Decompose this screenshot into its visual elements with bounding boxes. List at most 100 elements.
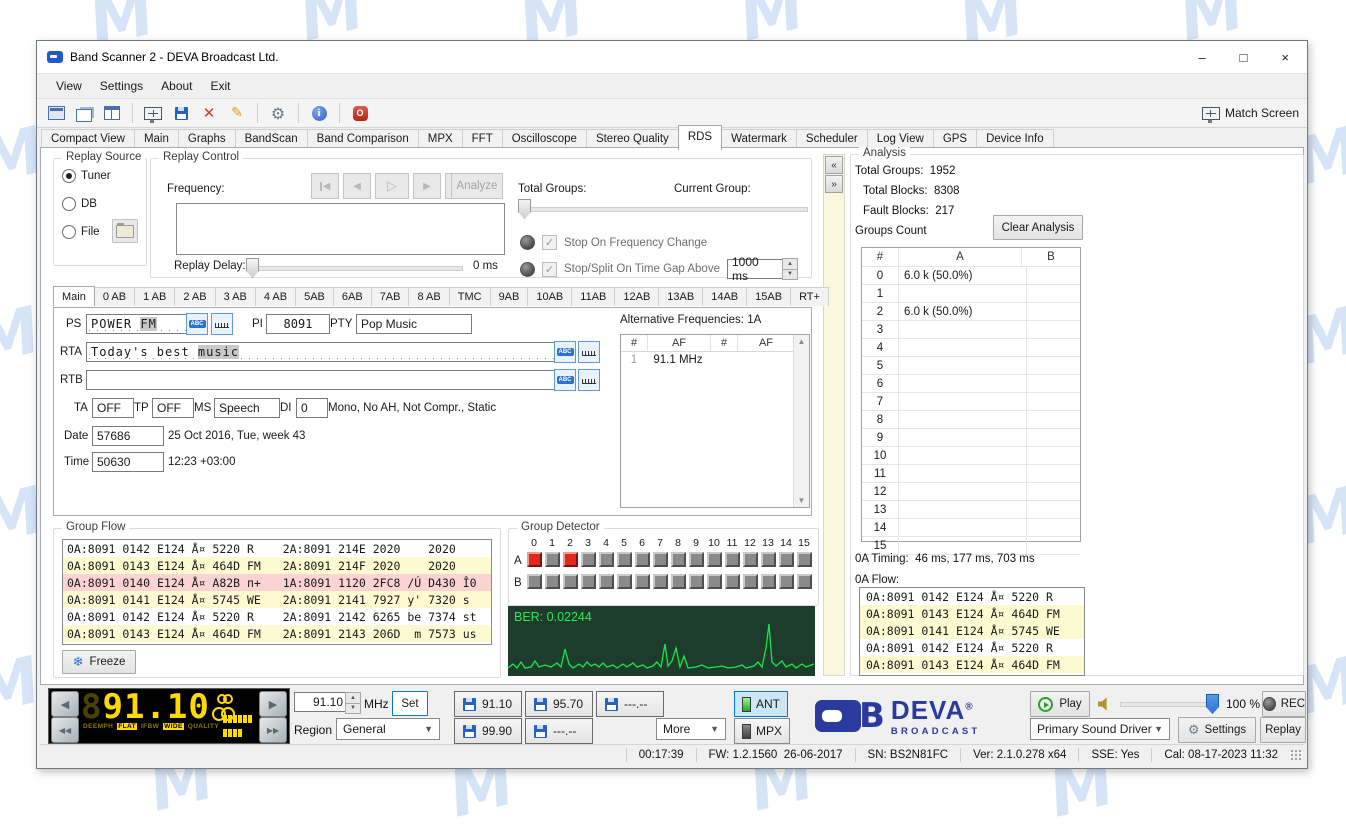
seek-down-button[interactable]: ◀◀ [51, 717, 79, 743]
groups-count-row[interactable]: 4 [862, 339, 1080, 357]
tune-up-button[interactable]: ▶ [259, 691, 287, 717]
detector-cell[interactable] [653, 574, 668, 589]
scroll-up-icon[interactable]: ▲ [798, 337, 806, 346]
detector-cell[interactable] [527, 552, 542, 567]
rds-sub-tab[interactable]: 0 AB [94, 287, 135, 306]
rta-field[interactable]: Today's best music [86, 342, 556, 362]
freeze-button[interactable]: ❄ Freeze [62, 650, 136, 674]
group-flow-row[interactable]: 0A:8091 0142 E124 Å¤ 5220 R 2A:8091 214E… [63, 540, 491, 557]
rtb-ruler-button[interactable] [578, 369, 600, 391]
detector-cell[interactable] [599, 552, 614, 567]
clear-analysis-button[interactable]: Clear Analysis [993, 215, 1083, 240]
seek-up-button[interactable]: ▶▶ [259, 717, 287, 743]
af-row[interactable]: 1 91.1 MHz [621, 352, 809, 368]
group-flow-row[interactable]: 0A:8091 0141 E124 Å¤ 5745 WE 2A:8091 214… [63, 591, 491, 608]
rds-sub-tab[interactable]: 8 AB [408, 287, 449, 306]
time-field[interactable]: 50630 [92, 452, 164, 472]
detector-cell[interactable] [797, 574, 812, 589]
ms-field[interactable]: Speech [214, 398, 280, 418]
radio-db[interactable]: DB [62, 197, 97, 211]
rds-sub-tab[interactable]: TMC [449, 287, 491, 306]
detector-cell[interactable] [707, 574, 722, 589]
previous-button[interactable]: ◀ [343, 173, 371, 199]
groups-count-row[interactable]: 2 6.0 k (50.0%) [862, 303, 1080, 321]
preset-button[interactable]: ---.-- [596, 691, 664, 717]
match-screen-button[interactable] [142, 102, 164, 124]
rds-sub-tab[interactable]: 14AB [702, 287, 747, 306]
preset-button[interactable]: 99.90 [454, 718, 522, 744]
groups-count-row[interactable]: 5 [862, 357, 1080, 375]
menu-item[interactable]: Exit [202, 76, 240, 96]
save-button[interactable] [170, 102, 192, 124]
rds-sub-tab[interactable]: RT+ [790, 287, 829, 306]
detector-cell[interactable] [689, 574, 704, 589]
frequency-list[interactable] [176, 203, 505, 255]
rta-ruler-button[interactable] [578, 341, 600, 363]
detector-cell[interactable] [581, 552, 596, 567]
detector-cell[interactable] [617, 574, 632, 589]
af-scrollbar[interactable]: ▲ ▼ [793, 335, 809, 507]
scroll-down-icon[interactable]: ▼ [798, 496, 806, 505]
rec-button[interactable]: REC [1262, 691, 1306, 717]
play-replay-button[interactable]: ▷ [375, 173, 409, 199]
rta-charset-button[interactable]: ABC [554, 341, 576, 363]
tile-windows-button[interactable] [101, 102, 123, 124]
detector-cell[interactable] [725, 552, 740, 567]
detector-cell[interactable] [779, 574, 794, 589]
maximize-button[interactable]: □ [1240, 50, 1248, 65]
detector-cell[interactable] [545, 574, 560, 589]
rds-sub-tab[interactable]: 9AB [490, 287, 529, 306]
region-dropdown[interactable]: General▼ [336, 718, 440, 740]
group-flow-row[interactable]: 0A:8091 0143 E124 Å¤ 464D FM 2A:8091 214… [63, 625, 491, 642]
preset-button[interactable]: 91.10 [454, 691, 522, 717]
resize-grip[interactable] [1290, 749, 1302, 761]
match-screen-toggle[interactable]: Match Screen [1202, 106, 1299, 120]
menu-item[interactable]: Settings [91, 76, 152, 96]
minimize-button[interactable]: – [1198, 50, 1205, 65]
expand-right-button[interactable]: » [825, 175, 843, 193]
compact-view-button[interactable] [45, 102, 67, 124]
detector-cell[interactable] [743, 574, 758, 589]
detector-cell[interactable] [653, 552, 668, 567]
tab[interactable]: RDS [678, 125, 722, 150]
detector-cell[interactable] [761, 574, 776, 589]
ps-ruler-button[interactable] [211, 313, 233, 335]
stop-split-checkbox[interactable]: ✓ [542, 262, 557, 277]
preset-button[interactable]: ---.-- [525, 718, 593, 744]
settings-toolbar-button[interactable]: ⚙ [267, 102, 289, 124]
pty-field[interactable]: Pop Music [356, 314, 472, 334]
menu-item[interactable]: About [152, 76, 201, 96]
detector-cell[interactable] [743, 552, 758, 567]
next-button[interactable]: ▶ [413, 173, 441, 199]
rds-sub-tab[interactable]: 7AB [371, 287, 410, 306]
detector-cell[interactable] [671, 552, 686, 567]
rds-sub-tab[interactable]: 3 AB [215, 287, 256, 306]
groups-count-row[interactable]: 3 [862, 321, 1080, 339]
stop-frequency-checkbox[interactable]: ✓ [542, 235, 557, 250]
radio-file[interactable]: File [62, 225, 100, 239]
sound-settings-button[interactable]: ⚙ Settings [1178, 717, 1256, 743]
groups-count-row[interactable]: 8 [862, 411, 1080, 429]
cascade-windows-button[interactable] [73, 102, 95, 124]
groups-count-row[interactable]: 7 [862, 393, 1080, 411]
delete-button[interactable]: ✕ [198, 102, 220, 124]
oa-flow-row[interactable]: 0A:8091 0143 E124 Å¤ 464D FM [860, 605, 1084, 622]
detector-cell[interactable] [563, 552, 578, 567]
oa-flow-row[interactable]: 0A:8091 0142 E124 Å¤ 5220 R [860, 639, 1084, 656]
detector-cell[interactable] [545, 552, 560, 567]
frequency-spinner[interactable]: ▲▼ [345, 692, 361, 714]
groups-count-row[interactable]: 12 [862, 483, 1080, 501]
ps-charset-button[interactable]: ABC [186, 313, 208, 335]
oa-flow-row[interactable]: 0A:8091 0142 E124 Å¤ 5220 R [860, 588, 1084, 605]
group-flow-row[interactable]: 0A:8091 0140 E124 Å¤ A82B п+ 1A:8091 112… [63, 574, 491, 591]
tune-down-button[interactable]: ◀ [51, 691, 79, 717]
rds-sub-tab[interactable]: Main [53, 286, 95, 306]
rds-sub-tab[interactable]: 13AB [658, 287, 703, 306]
power-button[interactable]: O [349, 102, 371, 124]
rds-sub-tab[interactable]: 10AB [527, 287, 572, 306]
date-field[interactable]: 57686 [92, 426, 164, 446]
group-flow-row[interactable]: 0A:8091 0142 E124 Å¤ 5220 R 2A:8091 2142… [63, 608, 491, 625]
pi-field[interactable]: 8091 [266, 314, 330, 334]
groups-count-row[interactable]: 11 [862, 465, 1080, 483]
rds-sub-tab[interactable]: 2 AB [174, 287, 215, 306]
